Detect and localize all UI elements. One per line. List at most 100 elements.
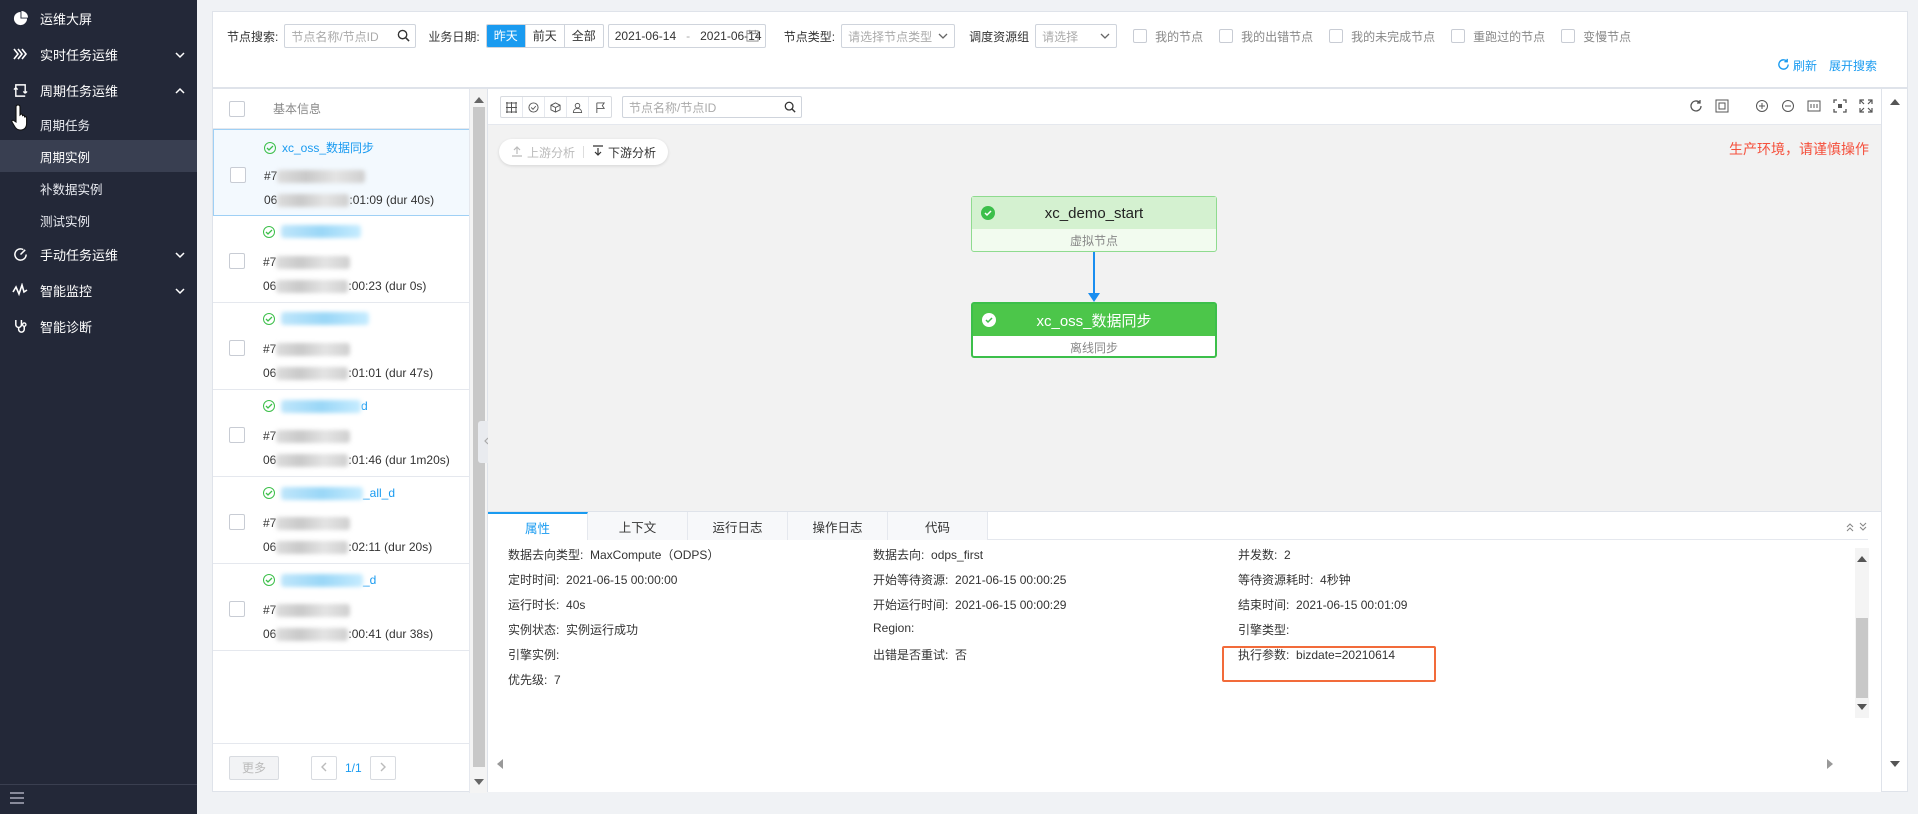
sidebar-item-manual[interactable]: 手动任务运维 — [0, 236, 197, 272]
instance-name[interactable]: d — [263, 399, 368, 413]
row-checkbox[interactable] — [229, 340, 245, 356]
checkbox-rerun-nodes[interactable]: 重跑过的节点 — [1451, 28, 1545, 45]
next-page-button[interactable] — [369, 755, 396, 780]
resource-group-placeholder: 请选择 — [1042, 29, 1079, 44]
scroll-thumb[interactable] — [1856, 618, 1868, 698]
prop-key: 数据去向类型: — [508, 548, 584, 562]
prop-key: 优先级: — [508, 673, 548, 687]
sidebar-item-monitor[interactable]: 智能监控 — [0, 272, 197, 308]
sidebar-item-dashboard[interactable]: 运维大屏 — [0, 0, 197, 36]
properties-grid: 数据去向类型: MaxCompute（ODPS） 数据去向: odps_firs… — [488, 540, 1848, 755]
more-button[interactable]: 更多 — [229, 755, 279, 780]
dag-node-oss-sync[interactable]: xc_oss_数据同步 离线同步 — [971, 302, 1217, 358]
scroll-up-icon[interactable] — [1890, 95, 1900, 109]
node-search-placeholder: 节点名称/节点ID — [291, 29, 379, 44]
page-scrollbar[interactable] — [1881, 88, 1908, 792]
checkbox-my-nodes[interactable]: 我的节点 — [1133, 28, 1203, 45]
success-icon — [263, 574, 275, 586]
scroll-right-icon[interactable] — [1826, 758, 1834, 772]
prop-item: 优先级: 7 — [508, 671, 561, 688]
checkbox-my-error-nodes[interactable]: 我的出错节点 — [1219, 28, 1313, 45]
date-all-button[interactable]: 全部 — [565, 25, 603, 47]
instance-name[interactable]: xc_oss_数据同步 — [264, 139, 374, 156]
scroll-left-icon[interactable] — [496, 758, 504, 772]
refresh-link[interactable]: 刷新 — [1793, 57, 1817, 74]
prop-key: 定时时间: — [508, 573, 560, 587]
detail-hscrollbar[interactable] — [488, 755, 1868, 775]
sidebar-sub-periodic-instance[interactable]: 周期实例 — [0, 140, 197, 172]
checkbox-label: 我的出错节点 — [1241, 29, 1314, 44]
prop-value: 2021-06-15 00:00:25 — [955, 573, 1067, 587]
sidebar-item-diagnosis[interactable]: 智能诊断 — [0, 308, 197, 344]
instance-id-prefix: #7 — [263, 255, 277, 269]
checkbox-label: 变慢节点 — [1583, 29, 1632, 44]
redacted-block — [276, 628, 349, 642]
scroll-down-icon[interactable] — [474, 775, 484, 789]
instance-time: 06:00:23 (dur 0s) — [263, 279, 426, 294]
checkbox-my-unfinished-nodes[interactable]: 我的未完成节点 — [1329, 28, 1435, 45]
sidebar-item-realtime[interactable]: 实时任务运维 — [0, 36, 197, 72]
detail-tabs: 属性 上下文 运行日志 操作日志 代码 — [488, 512, 1868, 540]
resource-group-select[interactable]: 请选择 — [1035, 24, 1118, 48]
scroll-up-icon[interactable] — [474, 93, 484, 107]
node-type-select[interactable]: 请选择节点类型 — [841, 24, 956, 48]
expand-search-link[interactable]: 展开搜索 — [1829, 57, 1877, 74]
scroll-down-icon[interactable] — [1890, 757, 1900, 771]
list-item[interactable]: d #7 06:01:46 (dur 1m20s) — [213, 390, 487, 477]
prop-value: 4秒钟 — [1320, 573, 1351, 587]
date-start: 2021-06-14 — [614, 29, 677, 43]
tab-run-log[interactable]: 运行日志 — [688, 512, 788, 540]
dag-node-demo-start[interactable]: xc_demo_start 虚拟节点 — [971, 196, 1217, 252]
date-yesterday-button[interactable]: 昨天 — [486, 25, 526, 47]
scroll-up-icon[interactable] — [1857, 552, 1867, 566]
instance-name[interactable] — [263, 312, 369, 325]
row-checkbox[interactable] — [229, 253, 245, 269]
collapse-panel-icon[interactable] — [1846, 521, 1868, 535]
checkbox-box[interactable] — [1451, 29, 1466, 43]
list-item[interactable]: xc_oss_数据同步 #7 06:01:09 (dur 40s) — [213, 129, 487, 216]
search-icon[interactable] — [397, 29, 410, 45]
sidebar-item-label: 周期任务运维 — [40, 83, 119, 99]
redacted-block — [276, 256, 351, 270]
list-item[interactable]: _d #7 06:00:41 (dur 38s) — [213, 564, 487, 651]
checkbox-slow-nodes[interactable]: 变慢节点 — [1561, 28, 1631, 45]
checkbox-box[interactable] — [1329, 29, 1344, 43]
date-range-picker[interactable]: 2021-06-14 - 2021-06-14 — [607, 24, 766, 48]
row-checkbox[interactable] — [230, 167, 246, 183]
row-checkbox[interactable] — [229, 601, 245, 617]
list-header-label: 基本信息 — [273, 102, 322, 116]
instance-name[interactable]: _all_d — [263, 486, 395, 500]
sidebar-collapse[interactable] — [0, 784, 197, 814]
instance-name[interactable]: _d — [263, 573, 376, 587]
checkbox-box[interactable] — [1561, 29, 1576, 43]
checkbox-box[interactable] — [1133, 29, 1148, 43]
checkbox-label: 我的节点 — [1155, 29, 1204, 44]
instance-name[interactable] — [263, 225, 361, 238]
checkbox-box[interactable] — [1219, 29, 1234, 43]
prev-page-button[interactable] — [311, 755, 337, 780]
tab-code[interactable]: 代码 — [888, 512, 988, 540]
list-item[interactable]: _all_d #7 06:02:11 (dur 20s) — [213, 477, 487, 564]
list-item[interactable]: #7 06:01:01 (dur 47s) — [213, 303, 487, 390]
prop-item: 引擎类型: — [1238, 621, 1296, 638]
prop-key: 并发数: — [1238, 548, 1278, 562]
prop-key: 结束时间: — [1238, 598, 1290, 612]
list-item[interactable]: #7 06:00:23 (dur 0s) — [213, 216, 487, 303]
select-all-checkbox[interactable] — [229, 100, 245, 117]
tab-properties[interactable]: 属性 — [488, 512, 588, 540]
row-checkbox[interactable] — [229, 427, 245, 443]
chevron-up-icon — [175, 84, 185, 99]
refresh-icon[interactable] — [1777, 58, 1790, 74]
node-search-input[interactable]: 节点名称/节点ID — [284, 24, 417, 48]
row-checkbox[interactable] — [229, 514, 245, 530]
sidebar-sub-test-instance[interactable]: 测试实例 — [0, 204, 197, 236]
scroll-down-icon[interactable] — [1857, 700, 1867, 714]
date-day-before-button[interactable]: 前天 — [526, 25, 565, 47]
prop-value: 40s — [566, 598, 586, 612]
sidebar-sub-backfill-instance[interactable]: 补数据实例 — [0, 172, 197, 204]
detail-scrollbar[interactable] — [1855, 548, 1869, 718]
tab-operation-log[interactable]: 操作日志 — [788, 512, 888, 540]
sidebar-item-label: 智能诊断 — [40, 319, 93, 335]
tab-context[interactable]: 上下文 — [588, 512, 688, 540]
filter-actions: 刷新 展开搜索 — [1777, 57, 1877, 74]
